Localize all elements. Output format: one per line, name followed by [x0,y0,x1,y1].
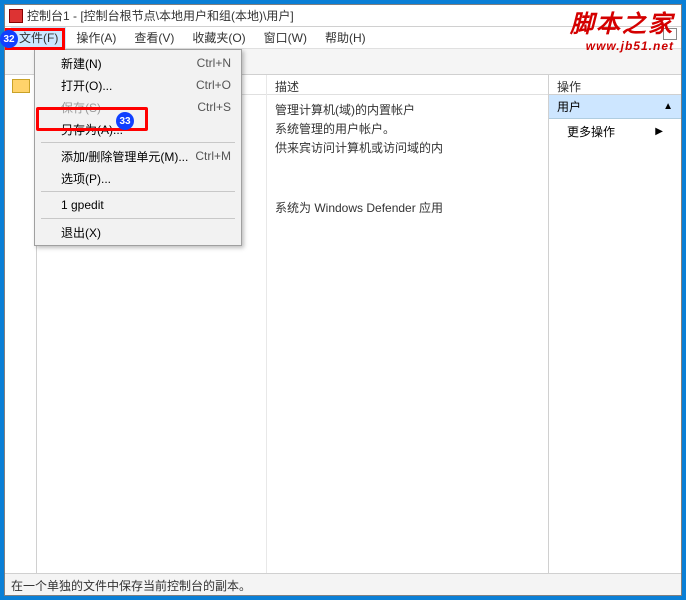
menu-item-options[interactable]: 选项(P)... [37,167,239,189]
menu-action[interactable]: 操作(A) [68,27,124,48]
menu-item-recent[interactable]: 1 gpedit [37,194,239,216]
description-column: 描述 管理计算机(域)的内置帐户 系统管理的用户帐户。 供来宾访问计算机或访问域… [267,75,548,573]
callout-badge-33: 33 [116,112,134,130]
menu-item-saveas[interactable]: 另存为(A)... [37,118,239,140]
menu-view[interactable]: 查看(V) [126,27,182,48]
menu-separator [41,142,235,143]
desc-row[interactable]: 系统为 Windows Defender 应用 [275,199,540,218]
actions-header: 操作 [549,75,681,95]
actions-more-label: 更多操作 [567,123,615,140]
statusbar: 在一个单独的文件中保存当前控制台的副本。 [5,573,681,595]
menu-item-new[interactable]: 新建(N) Ctrl+N [37,52,239,74]
folder-icon [12,79,30,93]
app-icon [9,9,23,23]
menu-item-save[interactable]: 保存(S) Ctrl+S [37,96,239,118]
menu-file[interactable]: 文件(F) [11,27,66,48]
menu-item-snapin[interactable]: 添加/删除管理单元(M)... Ctrl+M [37,145,239,167]
actions-pane: 操作 用户 ▲ 更多操作 ▶ [549,75,681,573]
tree-pane[interactable] [5,75,37,573]
window-title: 控制台1 - [控制台根节点\本地用户和组(本地)\用户] [27,7,294,24]
menu-item-exit[interactable]: 退出(X) [37,221,239,243]
watermark-url: www.jb51.net [570,39,674,53]
menu-help[interactable]: 帮助(H) [317,27,374,48]
desc-row[interactable]: 系统管理的用户帐户。 [275,120,540,139]
menu-window[interactable]: 窗口(W) [256,27,315,48]
menu-favorites[interactable]: 收藏夹(O) [184,27,253,48]
menu-separator [41,218,235,219]
submenu-triangle-icon: ▶ [655,126,663,137]
description-header[interactable]: 描述 [267,75,548,95]
desc-row[interactable]: 供来宾访问计算机或访问域的内 [275,139,540,158]
status-text: 在一个单独的文件中保存当前控制台的副本。 [11,579,251,593]
description-body: 管理计算机(域)的内置帐户 系统管理的用户帐户。 供来宾访问计算机或访问域的内 … [267,95,548,224]
actions-user-row[interactable]: 用户 ▲ [549,95,681,119]
menu-separator [41,191,235,192]
watermark: 脚本之家 www.jb51.net [570,4,674,53]
actions-more-row[interactable]: 更多操作 ▶ [549,119,681,144]
callout-badge-32: 32 [0,30,18,48]
collapse-triangle-icon: ▲ [663,101,673,112]
desc-row[interactable]: 管理计算机(域)的内置帐户 [275,101,540,120]
watermark-chinese: 脚本之家 [570,4,674,39]
menu-item-open[interactable]: 打开(O)... Ctrl+O [37,74,239,96]
file-menu-dropdown: 新建(N) Ctrl+N 打开(O)... Ctrl+O 保存(S) Ctrl+… [34,49,242,246]
actions-user-label: 用户 [557,98,581,115]
